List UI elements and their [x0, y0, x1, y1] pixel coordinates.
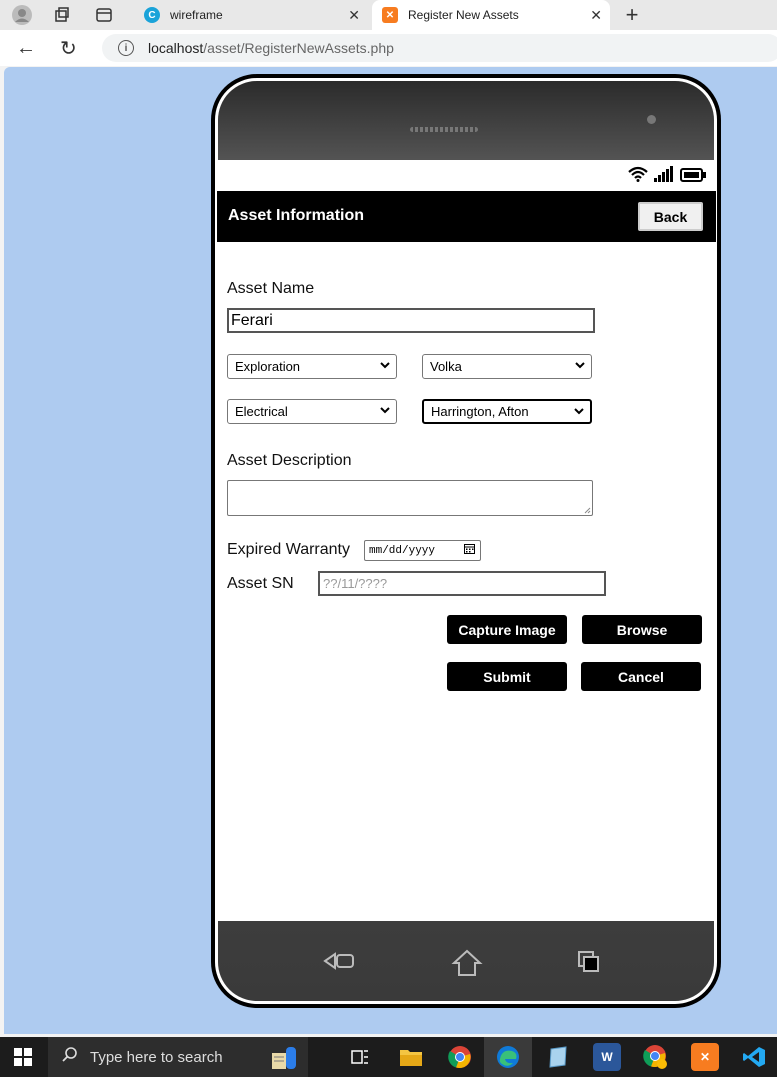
search-icon	[62, 1046, 78, 1068]
date-placeholder: mm/dd/yyyy	[369, 544, 436, 557]
asset-description-label: Asset Description	[227, 452, 352, 469]
chrome-icon[interactable]	[446, 1043, 474, 1071]
asset-sn-label: Asset SN	[227, 575, 294, 592]
submit-button[interactable]: Submit	[447, 662, 567, 691]
department-selected: Exploration	[235, 359, 301, 374]
phone-nav-bar	[211, 921, 721, 1008]
chrome-profile-icon[interactable]	[642, 1043, 670, 1071]
edge-icon[interactable]	[484, 1037, 532, 1077]
close-tab-icon[interactable]: ✕	[348, 7, 360, 23]
url-host: localhost	[148, 40, 204, 56]
expired-warranty-date-input[interactable]: mm/dd/yyyy	[364, 540, 481, 561]
chevron-down-icon	[575, 360, 585, 372]
tab-wireframe[interactable]: C wireframe ✕	[136, 0, 368, 30]
notes-app-icon[interactable]	[544, 1043, 572, 1071]
search-placeholder: Type here to search	[90, 1048, 223, 1066]
browser-tab-bar: C wireframe ✕ ✕ Register New Assets ✕ +	[0, 0, 777, 30]
capture-image-button[interactable]: Capture Image	[447, 615, 567, 644]
home-nav-icon[interactable]	[451, 949, 483, 984]
page-title: Asset Information	[228, 207, 365, 224]
site-info-icon[interactable]: i	[118, 40, 134, 56]
workspaces-icon[interactable]	[50, 3, 74, 27]
battery-icon	[680, 168, 706, 182]
tab-register-new-assets[interactable]: ✕ Register New Assets ✕	[372, 0, 610, 30]
status-bar	[217, 160, 716, 191]
close-tab-icon[interactable]: ✕	[590, 7, 602, 23]
windows-taskbar: Type here to search W ✕	[0, 1037, 777, 1077]
phone-camera	[647, 115, 656, 124]
chevron-down-icon	[574, 406, 584, 418]
asset-name-input[interactable]: Ferari	[227, 308, 595, 333]
reload-icon[interactable]: ↻	[60, 36, 77, 61]
calendar-icon[interactable]	[464, 543, 475, 558]
tab-title: wireframe	[170, 8, 223, 22]
app-header: Asset Information Back	[217, 191, 716, 242]
tab-actions-icon[interactable]	[92, 3, 116, 27]
phone-screen: Asset Information Back Asset Name Ferari…	[217, 160, 716, 921]
url-input[interactable]: i localhost/asset/RegisterNewAssets.php	[102, 34, 777, 62]
employee-selected: Harrington, Afton	[431, 404, 529, 419]
windows-start-icon[interactable]	[14, 1048, 32, 1066]
wifi-icon	[628, 166, 648, 182]
back-nav-icon[interactable]	[323, 949, 357, 980]
cancel-button[interactable]: Cancel	[581, 662, 701, 691]
asset-description-textarea[interactable]	[227, 480, 593, 516]
browse-button[interactable]: Browse	[582, 615, 702, 644]
signal-icon	[654, 166, 673, 182]
taskbar-search[interactable]: Type here to search	[48, 1037, 308, 1077]
asset-group-selected: Electrical	[235, 404, 288, 419]
asset-group-select[interactable]: Electrical	[227, 399, 397, 424]
tab-title: Register New Assets	[408, 8, 519, 22]
phone-speaker	[410, 127, 478, 132]
back-button[interactable]: Back	[638, 202, 703, 231]
file-explorer-icon[interactable]	[397, 1043, 425, 1071]
browser-back-icon[interactable]: ←	[16, 37, 36, 60]
xampp-icon: ✕	[382, 7, 398, 23]
canva-icon: C	[144, 7, 160, 23]
address-bar: ← ↻ i localhost/asset/RegisterNewAssets.…	[0, 30, 777, 66]
word-icon[interactable]: W	[593, 1043, 621, 1071]
department-select[interactable]: Exploration	[227, 354, 397, 379]
phone-frame: Asset Information Back Asset Name Ferari…	[211, 74, 721, 1008]
chevron-down-icon	[380, 405, 390, 417]
notepad-widget-icon[interactable]	[270, 1043, 298, 1071]
url-path: /asset/RegisterNewAssets.php	[203, 40, 394, 56]
task-view-icon[interactable]	[346, 1043, 374, 1071]
xampp-icon[interactable]: ✕	[691, 1043, 719, 1071]
asset-name-label: Asset Name	[227, 280, 315, 297]
employee-select[interactable]: Harrington, Afton	[422, 399, 592, 424]
location-select[interactable]: Volka	[422, 354, 592, 379]
vscode-icon[interactable]	[740, 1043, 768, 1071]
expired-warranty-label: Expired Warranty	[227, 541, 350, 558]
location-selected: Volka	[430, 359, 462, 374]
recent-apps-icon[interactable]	[577, 949, 601, 980]
new-tab-icon[interactable]: +	[620, 2, 644, 28]
chevron-down-icon	[380, 360, 390, 372]
asset-sn-input[interactable]: ??/11/????	[318, 571, 606, 596]
profile-icon[interactable]	[10, 3, 34, 27]
resize-handle-icon[interactable]	[584, 507, 591, 514]
